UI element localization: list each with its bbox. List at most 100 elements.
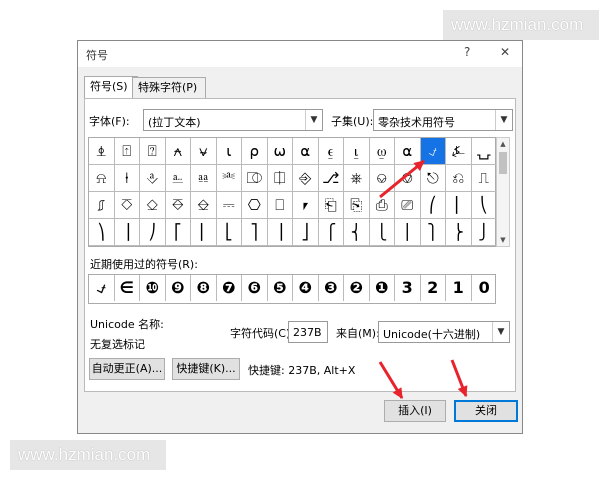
symbol-cell[interactable]: ⍺ xyxy=(395,138,421,165)
insert-button[interactable]: 插入(I) xyxy=(384,400,446,422)
recent-symbol[interactable]: 1 xyxy=(446,275,472,301)
help-icon[interactable]: ? xyxy=(464,45,470,59)
symbol-cell[interactable]: ⎊ xyxy=(395,165,421,192)
char-code-label: 字符代码(C): xyxy=(230,327,294,340)
symbol-cell[interactable]: ⎓ xyxy=(216,192,242,219)
font-select[interactable]: (拉丁文本) ▼ xyxy=(143,109,323,131)
recent-symbol[interactable]: ❽ xyxy=(191,275,217,301)
recent-symbol[interactable]: ❾ xyxy=(166,275,191,301)
recent-symbol[interactable]: ❿ xyxy=(140,275,166,301)
symbol-cell[interactable]: ⍹ xyxy=(369,138,395,165)
scroll-down-icon[interactable]: ▼ xyxy=(497,234,509,246)
symbol-cell[interactable]: ⎝ xyxy=(471,192,497,219)
symbol-cell[interactable]: ⎍ xyxy=(471,165,497,192)
recent-symbol[interactable]: 2 xyxy=(421,275,446,301)
symbol-cell[interactable]: ⎬ xyxy=(446,219,472,246)
recent-symbol[interactable]: ❺ xyxy=(268,275,293,301)
symbol-cell[interactable]: ⍲ xyxy=(165,138,191,165)
symbol-cell[interactable]: ⎗ xyxy=(318,192,344,219)
close-icon[interactable]: ✕ xyxy=(500,45,510,59)
symbol-cell[interactable]: ⍳ xyxy=(216,138,242,165)
symbol-cell[interactable]: ⎐ xyxy=(140,192,166,219)
recent-symbol[interactable]: ❷ xyxy=(344,275,370,301)
symbol-cell[interactable]: ⎙ xyxy=(369,192,395,219)
symbol-cell[interactable]: ⎑ xyxy=(165,192,191,219)
symbol-cell-selected[interactable]: ⍻ xyxy=(420,138,446,165)
symbol-cell[interactable]: ⎁ xyxy=(165,165,191,192)
symbol-cell[interactable]: ⎠ xyxy=(140,219,166,246)
symbol-cell[interactable]: ⎎ xyxy=(89,192,115,219)
symbol-cell[interactable]: ⎫ xyxy=(420,219,446,246)
recent-symbol[interactable]: 0 xyxy=(472,275,498,301)
symbol-cell[interactable]: ⎂ xyxy=(191,165,217,192)
symbol-cell[interactable]: ⎡ xyxy=(165,219,191,246)
symbol-cell[interactable]: ⍷ xyxy=(318,138,344,165)
recent-symbol[interactable]: 3 xyxy=(395,275,421,301)
symbol-cell[interactable]: ⍐ xyxy=(114,138,140,165)
shortcut-key-text: 快捷键: 237B, Alt+X xyxy=(248,364,356,377)
char-code-value: 237B xyxy=(293,326,322,339)
recent-symbol[interactable]: ❹ xyxy=(293,275,319,301)
symbol-cell[interactable]: ⎦ xyxy=(293,219,319,246)
symbol-cell[interactable]: ⎭ xyxy=(471,219,497,246)
symbol-cell[interactable]: ⎟ xyxy=(114,219,140,246)
recent-symbol[interactable]: ❶ xyxy=(370,275,395,301)
grid-scrollbar[interactable]: ▲ ▼ xyxy=(496,137,510,247)
recent-symbol[interactable]: ❸ xyxy=(319,275,344,301)
autocorrect-button[interactable]: 自动更正(A)... xyxy=(89,358,165,380)
shortcut-key-button[interactable]: 快捷键(K)... xyxy=(172,358,240,380)
symbol-cell[interactable]: ⍵ xyxy=(267,138,293,165)
symbol-cell[interactable]: ⎅ xyxy=(267,165,293,192)
symbol-cell[interactable]: ⎛ xyxy=(420,192,446,219)
symbol-cell[interactable]: ⎞ xyxy=(89,219,115,246)
symbol-cell[interactable]: ⍾ xyxy=(89,165,115,192)
symbol-cell[interactable]: ⎤ xyxy=(242,219,268,246)
symbol-cell[interactable]: ⎀ xyxy=(140,165,166,192)
recent-symbol[interactable]: ❻ xyxy=(242,275,268,301)
close-button[interactable]: 关闭 xyxy=(454,400,518,422)
symbol-cell[interactable]: ⎉ xyxy=(369,165,395,192)
symbol-cell[interactable]: ⍼ xyxy=(446,138,472,165)
symbol-cell[interactable]: ⎆ xyxy=(293,165,319,192)
symbol-cell[interactable]: ⎈ xyxy=(344,165,370,192)
symbol-cell[interactable]: ⎘ xyxy=(344,192,370,219)
symbol-cell[interactable]: ⎨ xyxy=(344,219,370,246)
symbol-cell[interactable]: ⎏ xyxy=(114,192,140,219)
from-select[interactable]: Unicode(十六进制) ▼ xyxy=(378,321,510,343)
symbol-cell[interactable]: ⎢ xyxy=(191,219,217,246)
symbol-cell[interactable]: ⎌ xyxy=(446,165,472,192)
tab-symbols[interactable]: 符号(S) xyxy=(84,76,138,99)
symbol-cell[interactable]: ⎣ xyxy=(216,219,242,246)
symbol-cell[interactable]: ⎖ xyxy=(293,192,319,219)
symbol-cell[interactable]: ⍸ xyxy=(344,138,370,165)
symbol-cell[interactable]: ⍎ xyxy=(89,138,115,165)
recent-symbol[interactable]: ❼ xyxy=(217,275,242,301)
recent-symbol[interactable]: ⍻ xyxy=(89,275,115,301)
symbol-cell[interactable]: ⍿ xyxy=(114,165,140,192)
symbol-cell[interactable]: ⎒ xyxy=(191,192,217,219)
symbol-cell[interactable]: ⎄ xyxy=(242,165,268,192)
from-select-value: Unicode(十六进制) xyxy=(383,328,481,341)
symbol-cell[interactable]: ⍱ xyxy=(191,138,217,165)
tab-special-characters[interactable]: 特殊字符(P) xyxy=(132,77,206,98)
symbol-cell[interactable]: ⎇ xyxy=(318,165,344,192)
char-code-input[interactable]: 237B xyxy=(288,321,328,343)
scroll-up-icon[interactable]: ▲ xyxy=(497,138,509,150)
symbol-cell[interactable]: ⎪ xyxy=(395,219,421,246)
symbol-cell[interactable]: ⍰ xyxy=(140,138,166,165)
symbol-cell[interactable]: ⎋ xyxy=(420,165,446,192)
scroll-thumb[interactable] xyxy=(499,152,507,174)
symbol-cell[interactable]: ⎜ xyxy=(446,192,472,219)
symbol-cell[interactable]: ⎚ xyxy=(395,192,421,219)
symbol-cell[interactable]: ⎕ xyxy=(267,192,293,219)
symbol-cell[interactable]: ⎩ xyxy=(369,219,395,246)
symbol-cell[interactable]: ⍴ xyxy=(242,138,268,165)
symbol-cell[interactable]: ⍺ xyxy=(293,138,319,165)
symbol-cell[interactable]: ⎥ xyxy=(267,219,293,246)
symbol-cell[interactable]: ⎧ xyxy=(318,219,344,246)
subset-select[interactable]: 零杂技术用符号 ▼ xyxy=(373,109,513,131)
symbol-cell[interactable]: ⎔ xyxy=(242,192,268,219)
symbol-cell[interactable]: ⎃ xyxy=(216,165,242,192)
symbol-cell[interactable]: ⍽ xyxy=(471,138,497,165)
recent-symbol[interactable]: ∈ xyxy=(115,275,140,301)
